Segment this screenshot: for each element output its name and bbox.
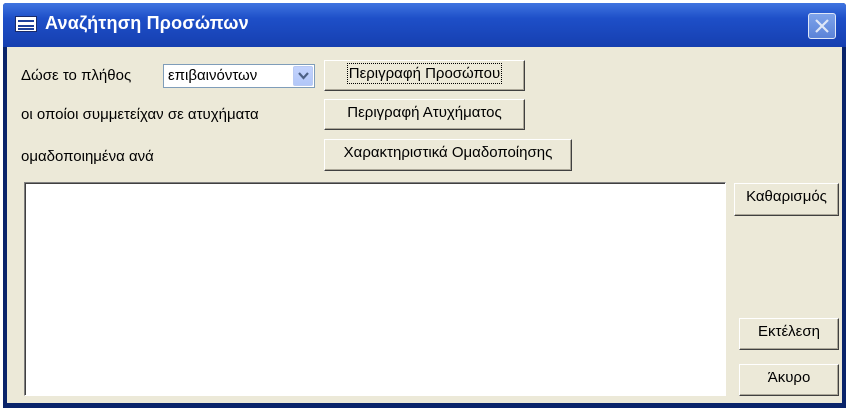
results-textarea[interactable] bbox=[24, 182, 726, 396]
title-bar[interactable]: Αναζήτηση Προσώπων bbox=[3, 3, 846, 47]
clear-label: Καθαρισμός bbox=[746, 188, 827, 205]
grouped-label: ομαδοποιημένα ανά bbox=[21, 148, 154, 165]
cancel-button[interactable]: Άκυρο bbox=[739, 364, 839, 396]
person-description-label: Περιγραφή Προσώπου bbox=[346, 63, 503, 84]
clear-button[interactable]: Καθαρισμός bbox=[734, 183, 839, 216]
accident-description-button[interactable]: Περιγραφή Ατυχήματος bbox=[324, 99, 525, 130]
involved-label: οι οποίοι συμμετείχαν σε ατυχήματα bbox=[21, 106, 259, 123]
count-select-value: επιβαινόντων bbox=[168, 67, 258, 84]
dialog-window: Αναζήτηση Προσώπων Δώσε το πλήθος επιβαι… bbox=[3, 3, 846, 408]
dialog-body: Δώσε το πλήθος επιβαινόντων Περιγραφή Πρ… bbox=[7, 47, 842, 403]
form-icon bbox=[15, 16, 37, 32]
count-select[interactable]: επιβαινόντων bbox=[163, 64, 315, 88]
close-button[interactable] bbox=[808, 13, 836, 39]
accident-description-label: Περιγραφή Ατυχήματος bbox=[347, 104, 502, 121]
dropdown-button[interactable] bbox=[293, 66, 313, 86]
execute-button[interactable]: Εκτέλεση bbox=[739, 318, 839, 350]
window-title: Αναζήτηση Προσώπων bbox=[45, 13, 249, 33]
person-description-button[interactable]: Περιγραφή Προσώπου bbox=[324, 60, 525, 91]
close-icon bbox=[815, 19, 829, 33]
chevron-down-icon bbox=[298, 72, 309, 80]
grouping-features-button[interactable]: Χαρακτηριστικά Ομαδοποίησης bbox=[324, 139, 572, 171]
cancel-label: Άκυρο bbox=[767, 369, 811, 386]
count-label: Δώσε το πλήθος bbox=[21, 67, 132, 84]
execute-label: Εκτέλεση bbox=[758, 323, 820, 340]
grouping-features-label: Χαρακτηριστικά Ομαδοποίησης bbox=[343, 144, 553, 161]
